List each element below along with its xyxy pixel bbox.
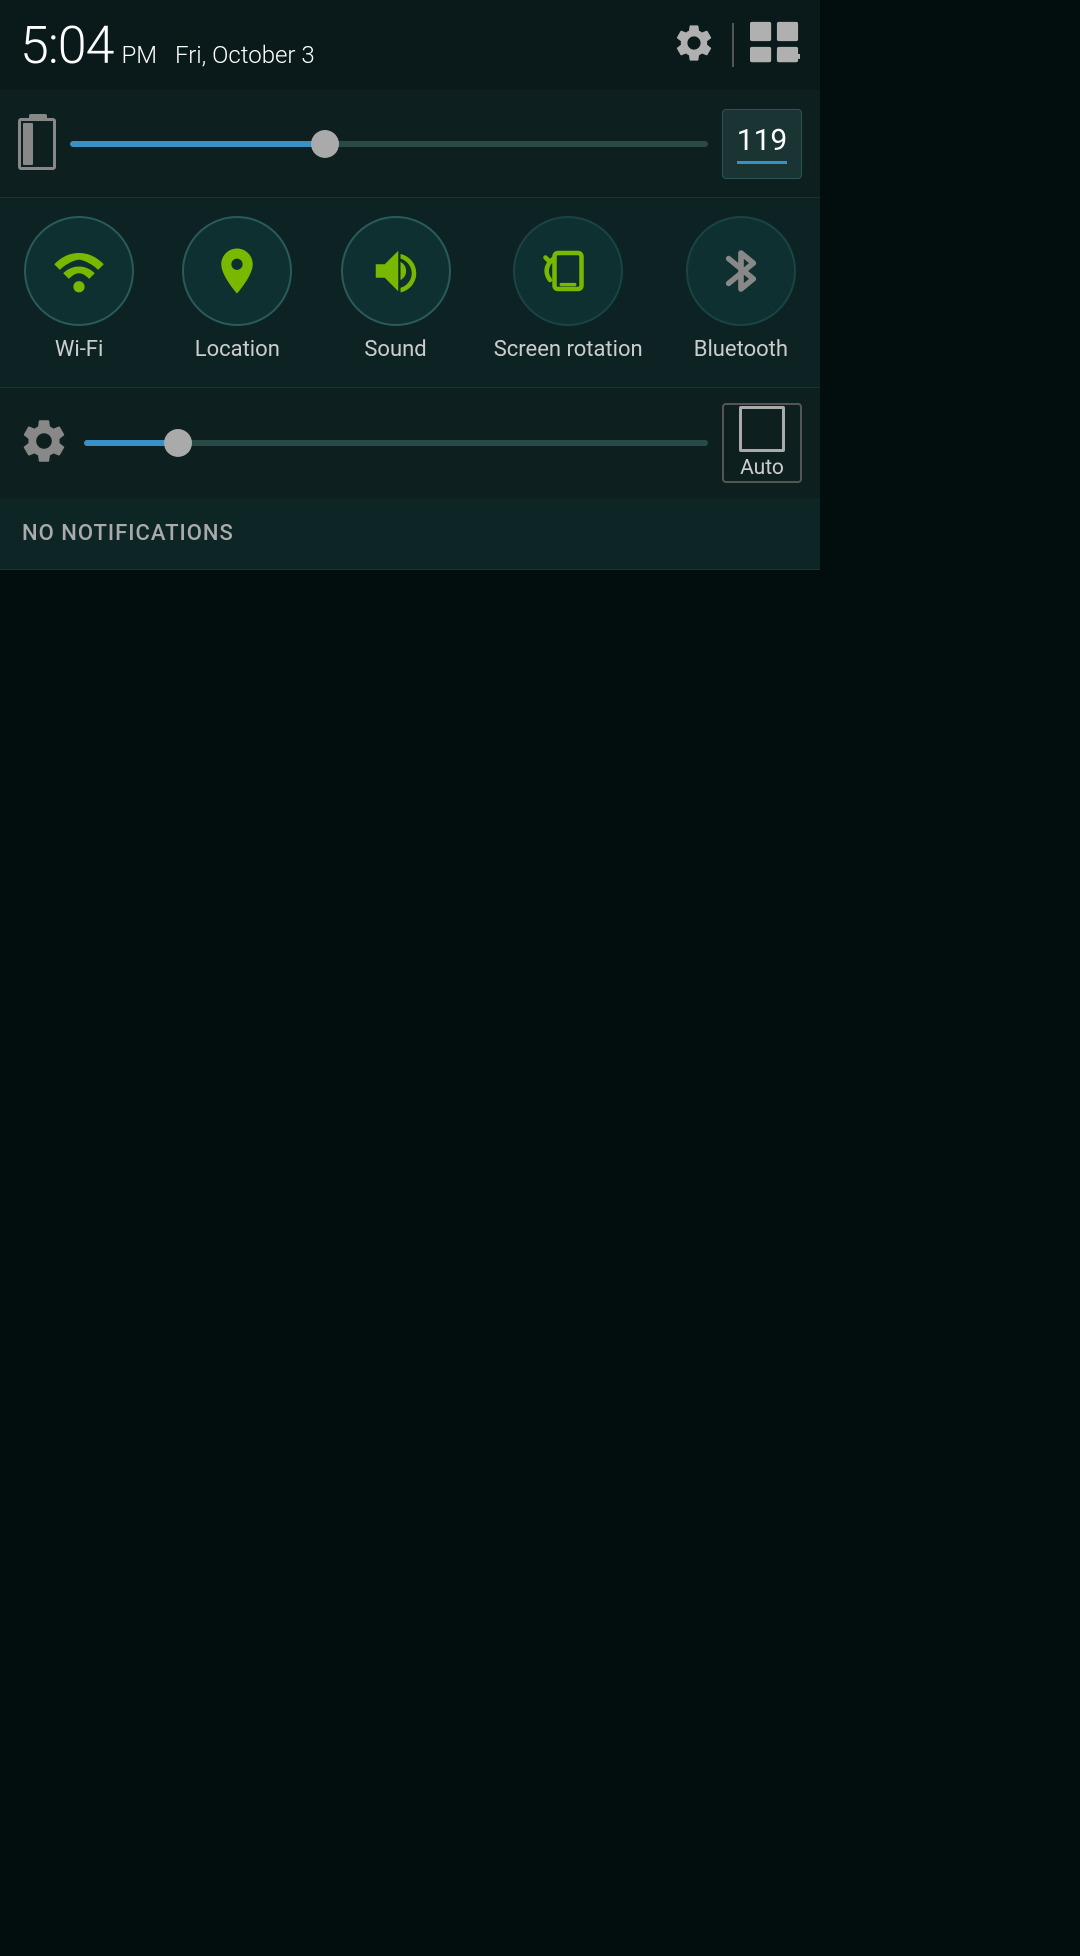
auto-brightness-slider[interactable] <box>84 440 708 446</box>
toggle-circle-sound[interactable] <box>341 216 451 326</box>
toggle-circle-rotation[interactable] <box>513 216 623 326</box>
settings-icon[interactable] <box>672 21 716 69</box>
quick-settings-icon[interactable] <box>750 21 800 69</box>
toggle-bluetooth[interactable]: Bluetooth <box>681 216 801 365</box>
auto-brightness-row: Auto <box>0 388 820 498</box>
status-ampm: PM <box>121 41 157 69</box>
toggle-circle-location[interactable] <box>182 216 292 326</box>
status-right <box>672 21 800 69</box>
brightness-value: 119 <box>737 123 788 158</box>
screen-rotation-icon <box>541 244 595 298</box>
toggles-row: Wi-Fi Location Sound <box>0 216 820 365</box>
bluetooth-icon <box>714 244 768 298</box>
auto-square-icon <box>739 406 785 452</box>
toggle-label-sound: Sound <box>364 336 426 365</box>
toggle-label-rotation: Screen rotation <box>494 336 643 365</box>
quick-toggles-panel: Wi-Fi Location Sound <box>0 198 820 388</box>
toggle-screen-rotation[interactable]: Screen rotation <box>494 216 643 365</box>
battery-icon <box>18 118 56 170</box>
status-left: 5:04 PM Fri, October 3 <box>20 15 315 76</box>
brightness-value-box: 119 <box>722 109 802 179</box>
brightness-fill <box>70 141 325 147</box>
status-divider <box>732 23 734 67</box>
location-icon <box>210 244 264 298</box>
brightness-thumb[interactable] <box>311 130 339 158</box>
auto-box[interactable]: Auto <box>722 403 802 483</box>
small-gear-icon[interactable] <box>18 415 70 471</box>
toggle-sound[interactable]: Sound <box>336 216 456 365</box>
wifi-icon <box>52 244 106 298</box>
auto-label: Auto <box>740 456 784 480</box>
toggle-label-location: Location <box>195 336 280 365</box>
empty-area <box>0 570 820 1956</box>
no-notifications-text: NO NOTIFICATIONS <box>22 521 234 546</box>
toggle-location[interactable]: Location <box>177 216 297 365</box>
status-bar: 5:04 PM Fri, October 3 <box>0 0 820 90</box>
toggle-label-wifi: Wi-Fi <box>55 336 103 365</box>
no-notifications-bar: NO NOTIFICATIONS <box>0 498 820 570</box>
brightness-row: 119 <box>0 90 820 198</box>
status-time: 5:04 <box>20 15 113 76</box>
toggle-label-bluetooth: Bluetooth <box>694 336 788 365</box>
brightness-slider[interactable] <box>70 141 708 147</box>
toggle-wifi[interactable]: Wi-Fi <box>19 216 139 365</box>
brightness-underline <box>737 161 787 164</box>
status-date: Fri, October 3 <box>175 41 315 69</box>
sound-icon <box>369 244 423 298</box>
toggle-circle-bluetooth[interactable] <box>686 216 796 326</box>
toggle-circle-wifi[interactable] <box>24 216 134 326</box>
auto-thumb[interactable] <box>164 429 192 457</box>
